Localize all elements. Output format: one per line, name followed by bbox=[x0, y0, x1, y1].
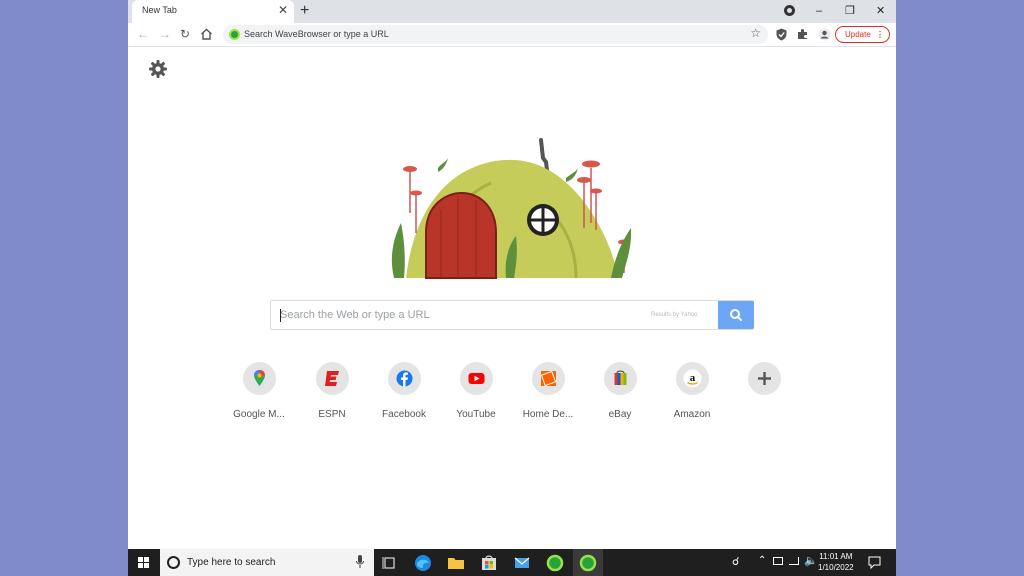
tab-close-icon[interactable]: ✕ bbox=[278, 3, 288, 17]
shortcut-label: ESPN bbox=[318, 409, 346, 420]
shortcut-youtube[interactable]: YouTube bbox=[440, 362, 512, 420]
shortcut-ebay[interactable]: eBay bbox=[584, 362, 656, 420]
search-icon bbox=[730, 309, 742, 321]
home-depot-icon bbox=[531, 362, 565, 395]
volume-muted-icon[interactable]: 🔈 bbox=[804, 554, 818, 567]
microphone-icon[interactable] bbox=[356, 555, 364, 569]
shortcut-label: Amazon bbox=[673, 409, 711, 420]
windows-taskbar: Type here to search ☌ ⌃ 🔈 11:01 AM 1/10/… bbox=[128, 549, 896, 576]
wavebrowser-active-taskbar-icon[interactable] bbox=[578, 553, 598, 573]
browser-toolbar: ← → ↻ Search WaveBrowser or type a URL ☆… bbox=[128, 23, 896, 47]
shortcut-label: Google M... bbox=[233, 409, 285, 420]
youtube-icon bbox=[459, 362, 493, 395]
browser-window: New Tab ✕ + – ❐ ✕ ← → ↻ Search WaveBrows… bbox=[128, 0, 896, 576]
home-icon[interactable] bbox=[200, 28, 213, 40]
tab-strip: New Tab ✕ + – ❐ ✕ bbox=[128, 0, 896, 23]
kebab-menu-icon[interactable]: ⋮ bbox=[876, 27, 884, 42]
shortcut-label: eBay bbox=[608, 409, 632, 420]
shortcut-label: YouTube bbox=[456, 409, 496, 420]
forward-arrow-icon[interactable]: → bbox=[159, 26, 171, 42]
reload-icon[interactable]: ↻ bbox=[180, 26, 190, 42]
ebay-icon bbox=[603, 362, 637, 395]
extensions-puzzle-icon[interactable] bbox=[797, 28, 809, 40]
amazon-icon: a bbox=[675, 362, 709, 395]
battery-icon[interactable] bbox=[773, 557, 783, 565]
add-plus-icon bbox=[747, 362, 781, 395]
settings-gear-icon[interactable] bbox=[148, 59, 168, 79]
clock-time: 11:01 AM bbox=[819, 552, 853, 561]
shield-icon[interactable] bbox=[776, 28, 787, 41]
add-shortcut-button[interactable] bbox=[728, 362, 800, 395]
wavebrowser-taskbar-icon[interactable] bbox=[545, 553, 565, 573]
text-cursor bbox=[280, 309, 281, 322]
profile-menu-icon[interactable] bbox=[784, 5, 795, 16]
facebook-icon bbox=[387, 362, 421, 395]
bookmark-star-icon[interactable]: ☆ bbox=[750, 26, 761, 40]
back-arrow-icon[interactable]: ← bbox=[137, 26, 149, 42]
task-view-icon[interactable] bbox=[380, 553, 400, 573]
search-button[interactable] bbox=[718, 301, 754, 329]
notifications-icon[interactable] bbox=[868, 556, 881, 569]
svg-text:a: a bbox=[689, 372, 695, 384]
address-bar-text: Search WaveBrowser or type a URL bbox=[244, 29, 389, 39]
google-maps-icon bbox=[242, 362, 276, 395]
close-window-button[interactable]: ✕ bbox=[876, 2, 885, 20]
cortana-icon bbox=[167, 556, 180, 569]
wavebrowser-logo-icon bbox=[229, 29, 240, 40]
tab-new-tab[interactable]: New Tab ✕ bbox=[132, 0, 294, 23]
account-avatar-icon[interactable] bbox=[818, 28, 831, 41]
mail-icon[interactable] bbox=[512, 553, 532, 573]
microsoft-store-icon[interactable] bbox=[479, 553, 499, 573]
taskbar-search-box[interactable]: Type here to search bbox=[160, 549, 374, 576]
shortcut-espn[interactable]: ESPN bbox=[296, 362, 368, 420]
shortcut-home-depot[interactable]: Home De... bbox=[512, 362, 584, 420]
minimize-button[interactable]: – bbox=[816, 2, 822, 20]
shortcut-google-maps[interactable]: Google M... bbox=[223, 362, 295, 420]
shortcut-amazon[interactable]: a Amazon bbox=[656, 362, 728, 420]
web-search-box: Results by Yahoo bbox=[270, 300, 754, 330]
update-button[interactable]: Update ⋮ bbox=[835, 26, 890, 43]
update-label: Update bbox=[845, 30, 871, 39]
file-explorer-icon[interactable] bbox=[446, 553, 466, 573]
shortcut-facebook[interactable]: Facebook bbox=[368, 362, 440, 420]
chevron-up-icon[interactable]: ⌃ bbox=[758, 555, 766, 566]
restore-button[interactable]: ❐ bbox=[845, 2, 855, 20]
shortcut-label: Home De... bbox=[522, 409, 574, 420]
network-icon[interactable] bbox=[789, 557, 799, 565]
results-by-yahoo-text: Results by Yahoo bbox=[651, 312, 698, 318]
edge-browser-icon[interactable] bbox=[413, 553, 433, 573]
taskbar-search-text: Type here to search bbox=[187, 557, 276, 568]
shortcut-label: Facebook bbox=[382, 409, 426, 420]
windows-start-icon[interactable] bbox=[138, 557, 149, 568]
people-icon[interactable]: ☌ bbox=[732, 555, 739, 568]
address-bar[interactable]: Search WaveBrowser or type a URL ☆ bbox=[223, 25, 768, 44]
espn-icon bbox=[315, 362, 349, 395]
clock-date: 1/10/2022 bbox=[818, 563, 854, 572]
clock[interactable]: 11:01 AM 1/10/2022 bbox=[818, 551, 854, 573]
new-tab-button[interactable]: + bbox=[300, 2, 309, 20]
tab-title: New Tab bbox=[142, 5, 177, 15]
hobbit-house-illustration bbox=[391, 138, 632, 279]
